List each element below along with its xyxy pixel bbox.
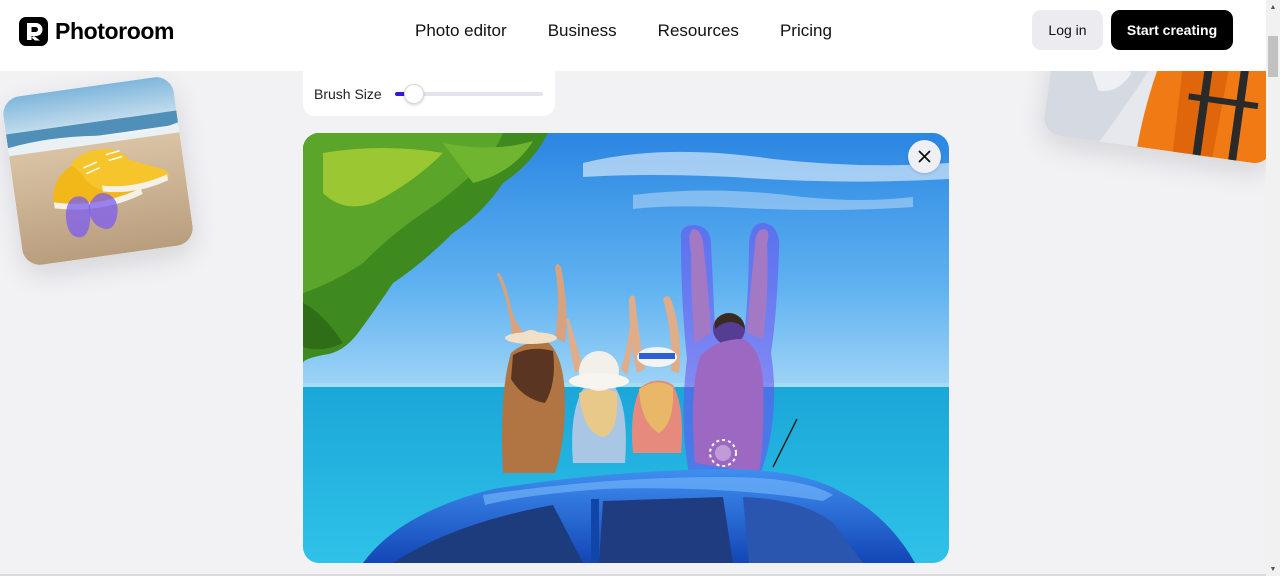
brand-logo[interactable]: Photoroom: [19, 16, 174, 46]
login-button[interactable]: Log in: [1032, 10, 1103, 50]
brush-size-panel: Brush Size: [303, 71, 555, 116]
nav-pricing[interactable]: Pricing: [780, 21, 832, 41]
nav-resources[interactable]: Resources: [658, 21, 739, 41]
brush-size-label: Brush Size: [314, 86, 382, 102]
top-navigation-bar: Photoroom Photo editor Business Resource…: [0, 0, 1266, 71]
close-icon[interactable]: [908, 140, 941, 173]
start-creating-button[interactable]: Start creating: [1111, 10, 1233, 50]
page-scrollbar[interactable]: ▲ ▼: [1266, 0, 1280, 576]
scroll-up-arrow-icon[interactable]: ▲: [1266, 0, 1280, 14]
editor-canvas-image[interactable]: [303, 133, 949, 563]
nav-business[interactable]: Business: [548, 21, 617, 41]
scroll-down-arrow-icon[interactable]: ▼: [1266, 562, 1280, 576]
scrollbar-thumb[interactable]: [1268, 36, 1278, 77]
brand-name: Photoroom: [55, 17, 175, 44]
example-card-sneakers: [1, 74, 195, 268]
brush-size-slider[interactable]: [395, 84, 543, 104]
main-nav: Photo editor Business Resources Pricing: [415, 20, 832, 42]
nav-photo-editor[interactable]: Photo editor: [415, 21, 507, 41]
brush-size-slider-thumb[interactable]: [404, 84, 425, 104]
photoroom-logo-icon: [19, 16, 48, 46]
